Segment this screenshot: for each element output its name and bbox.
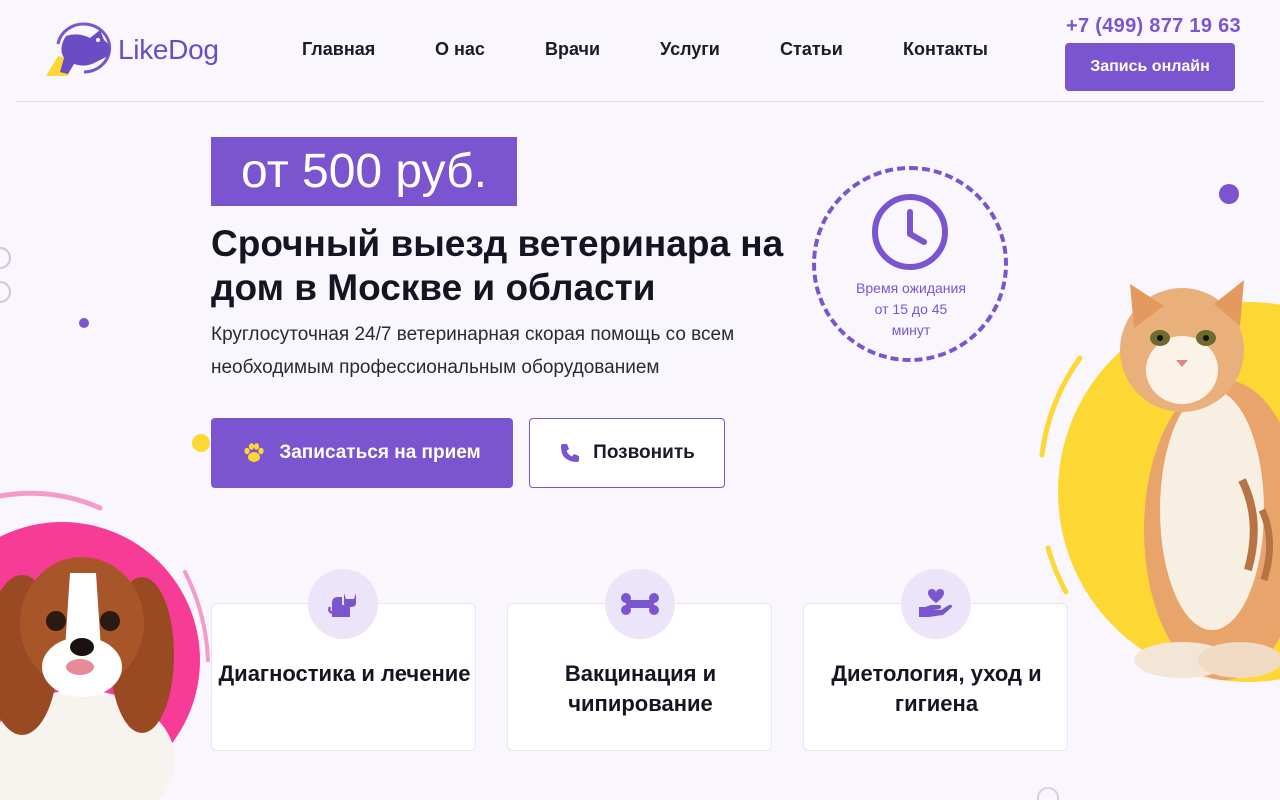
header-divider [16, 101, 1264, 102]
cat-icon [308, 569, 378, 639]
call-button[interactable]: Позвонить [529, 418, 725, 488]
book-appointment-button[interactable]: Записаться на прием [211, 418, 513, 488]
logo[interactable]: LikeDog [44, 22, 244, 78]
bone-icon [605, 569, 675, 639]
site-header: LikeDog Главная О нас Врачи Услуги Стать… [0, 0, 1280, 102]
phone-number[interactable]: +7 (499) 877 19 63 [1066, 15, 1241, 38]
hero-subtitle: Круглосуточная 24/7 ветеринарная скорая … [211, 324, 735, 378]
hero-title: Срочный выезд ветеринара на дом в Москве… [211, 223, 784, 308]
book-appointment-label: Записаться на прием [279, 442, 481, 463]
price-badge: от 500 руб. [211, 137, 517, 206]
cat-illustration [1120, 280, 1280, 680]
wait-time-badge: Время ожидания от 15 до 45 минут [812, 166, 1008, 362]
logo-text: LikeDog [118, 34, 219, 65]
phone-icon [561, 444, 580, 462]
nav-home[interactable]: Главная [302, 39, 375, 60]
service-title: Диетология, уход и гигиена [831, 661, 1042, 716]
wait-time-text: Время ожидания от 15 до 45 минут [856, 280, 966, 338]
dog-illustration [0, 557, 175, 800]
nav-doctors[interactable]: Врачи [545, 39, 600, 60]
paw-icon [244, 443, 264, 462]
nav-articles[interactable]: Статьи [780, 39, 843, 60]
heart-hand-icon [901, 569, 971, 639]
call-label: Позвонить [593, 442, 695, 463]
service-title: Диагностика и лечение [218, 661, 471, 686]
nav-services[interactable]: Услуги [660, 39, 720, 60]
service-title: Вакцинация и чипирование [564, 661, 717, 716]
dog-logo-icon [46, 22, 112, 76]
online-booking-button[interactable]: Запись онлайн [1065, 43, 1235, 91]
clock-icon [872, 194, 948, 270]
nav-contacts[interactable]: Контакты [903, 39, 988, 60]
nav-about[interactable]: О нас [435, 39, 485, 60]
